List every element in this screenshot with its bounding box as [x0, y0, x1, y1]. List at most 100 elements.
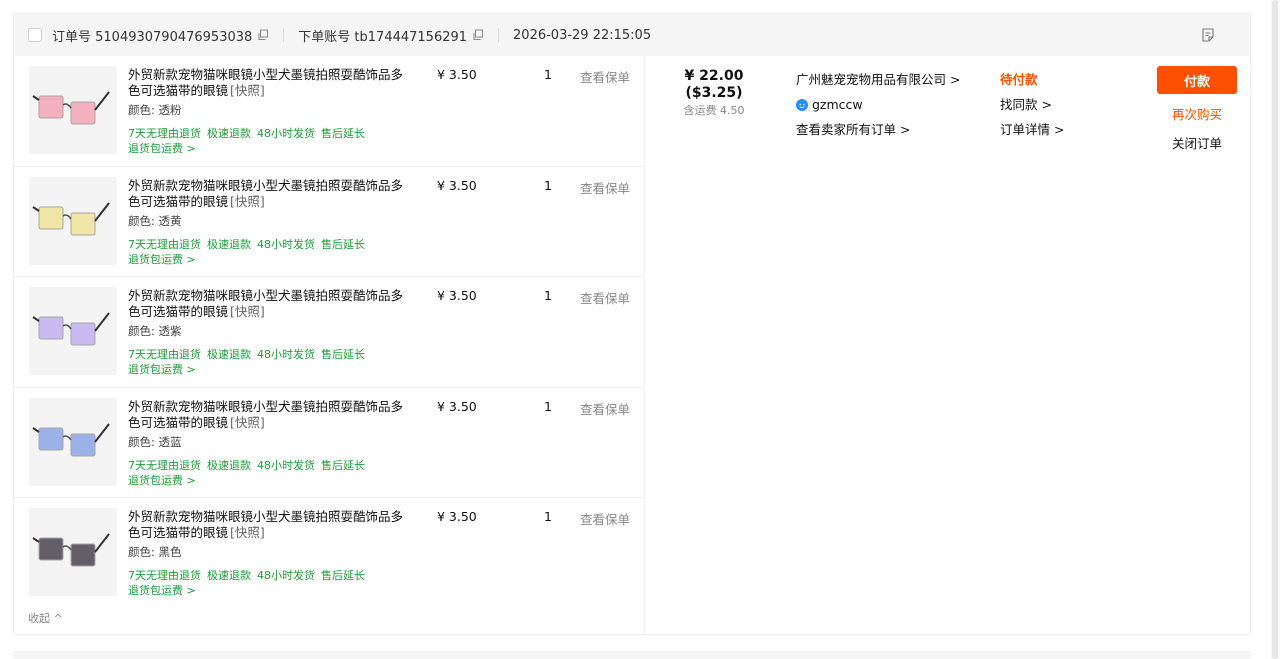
service-tag: 7天无理由退货: [128, 569, 201, 582]
seller-wangwang-id[interactable]: gzmccw: [812, 92, 863, 117]
next-order-header: [13, 651, 1251, 659]
product-spec: 颜色: 透黄: [128, 213, 182, 228]
order-items: 外贸新款宠物猫咪眼镜小型犬墨镜拍照耍酷饰品多色可选猫带的眼镜 [快照] 颜色: 透…: [14, 56, 645, 634]
snapshot-link[interactable]: [快照]: [230, 525, 265, 540]
product-title[interactable]: 外贸新款宠物猫咪眼镜小型犬墨镜拍照耍酷饰品多色可选猫带的眼镜 [快照]: [128, 67, 408, 99]
return-shipping-link[interactable]: 退货包运费 >: [128, 474, 196, 487]
scrollbar-thumb[interactable]: [1272, 0, 1278, 659]
rebuy-link[interactable]: 再次购买: [1157, 104, 1237, 123]
wangwang-chat-icon[interactable]: [796, 98, 808, 111]
snapshot-link[interactable]: [快照]: [230, 304, 265, 319]
order-account-text: 下单账号 tb174447156291: [298, 29, 468, 45]
product-title-text[interactable]: 外贸新款宠物猫咪眼镜小型犬墨镜拍照耍酷饰品多色可选猫带的眼镜: [128, 67, 403, 98]
product-title-text[interactable]: 外贸新款宠物猫咪眼镜小型犬墨镜拍照耍酷饰品多色可选猫带的眼镜: [128, 399, 403, 430]
seller-name-link[interactable]: 广州魅宠宠物用品有限公司 >: [796, 67, 960, 92]
product-title[interactable]: 外贸新款宠物猫咪眼镜小型犬墨镜拍照耍酷饰品多色可选猫带的眼镜 [快照]: [128, 509, 408, 541]
total-usd: ($3.25): [685, 85, 743, 101]
view-warranty-link[interactable]: 查看保单: [580, 67, 630, 86]
order-card: 订单号 5104930790476953038 下单账号 tb174447156…: [13, 13, 1251, 635]
order-total: ¥ 22.00 ($3.25) 含运费 4.50: [674, 68, 754, 118]
service-tag: 48小时发货: [257, 237, 315, 251]
close-order-link[interactable]: 关闭订单: [1157, 133, 1237, 152]
order-checkbox[interactable]: [28, 28, 42, 42]
seller-info: 广州魅宠宠物用品有限公司 > gzmccw 查看卖家所有订单 >: [796, 67, 960, 142]
wangwang-contact[interactable]: gzmccw: [796, 92, 960, 117]
view-warranty-link[interactable]: 查看保单: [580, 288, 630, 307]
service-tag: 7天无理由退货: [128, 127, 201, 140]
unit-price: ¥ 3.50: [437, 288, 477, 303]
copy-icon[interactable]: [257, 29, 269, 41]
service-tag: 售后延长: [321, 127, 365, 140]
order-status: 待付款 找同款 > 订单详情 >: [1000, 67, 1064, 142]
service-tags: 7天无理由退货 极速退款 48小时发货 售后延长 退货包运费 >: [128, 347, 448, 377]
find-similar-link[interactable]: 找同款 >: [1000, 92, 1064, 117]
return-shipping-link[interactable]: 退货包运费 >: [128, 584, 196, 597]
order-item: 外贸新款宠物猫咪眼镜小型犬墨镜拍照耍酷饰品多色可选猫带的眼镜 [快照] 颜色: 透…: [14, 277, 644, 388]
unit-price: ¥ 3.50: [437, 177, 477, 193]
snapshot-link[interactable]: [快照]: [230, 194, 265, 209]
service-tags: 7天无理由退货 极速退款 48小时发货 售后延长 退货包运费 >: [128, 126, 448, 156]
order-note-icon[interactable]: [1200, 27, 1216, 43]
product-title-text[interactable]: 外贸新款宠物猫咪眼镜小型犬墨镜拍照耍酷饰品多色可选猫带的眼镜: [128, 288, 403, 319]
order-detail-link[interactable]: 订单详情 >: [1000, 117, 1064, 142]
snapshot-link[interactable]: [快照]: [230, 83, 265, 98]
unit-price: ¥ 3.50: [437, 67, 477, 82]
order-item: 外贸新款宠物猫咪眼镜小型犬墨镜拍照耍酷饰品多色可选猫带的眼镜 [快照] 颜色: 黑…: [14, 498, 644, 609]
header-divider: [283, 28, 285, 42]
seller-all-orders-link[interactable]: 查看卖家所有订单 >: [796, 117, 960, 142]
service-tags: 7天无理由退货 极速退款 48小时发货 售后延长 退货包运费 >: [128, 237, 448, 267]
unit-price: ¥ 3.50: [437, 509, 477, 524]
quantity: 1: [544, 177, 552, 193]
scrollbar[interactable]: [1270, 0, 1280, 659]
product-title[interactable]: 外贸新款宠物猫咪眼镜小型犬墨镜拍照耍酷饰品多色可选猫带的眼镜 [快照]: [128, 288, 408, 320]
return-shipping-link[interactable]: 退货包运费 >: [128, 363, 196, 376]
service-tag: 售后延长: [321, 569, 365, 582]
service-tag: 极速退款: [207, 458, 251, 472]
product-thumbnail[interactable]: [29, 287, 117, 375]
view-warranty-link[interactable]: 查看保单: [580, 178, 630, 197]
service-tag: 48小时发货: [257, 569, 315, 582]
quantity: 1: [544, 288, 552, 303]
return-shipping-link[interactable]: 退货包运费 >: [128, 142, 196, 155]
order-datetime: 2026-03-29 22:15:05: [513, 27, 652, 43]
view-warranty-link[interactable]: 查看保单: [580, 399, 630, 418]
product-spec: 颜色: 黑色: [128, 545, 182, 559]
service-tags: 7天无理由退货 极速退款 48小时发货 售后延长退货包运费 >: [128, 458, 448, 488]
copy-icon[interactable]: [472, 29, 484, 41]
snapshot-link[interactable]: [快照]: [230, 415, 265, 430]
shipping-fee: 含运费 4.50: [683, 104, 745, 117]
service-tag: 7天无理由退货: [128, 348, 201, 361]
service-tag: 48小时发货: [257, 458, 315, 472]
header-divider: [498, 28, 500, 42]
quantity: 1: [544, 67, 552, 82]
view-warranty-link[interactable]: 查看保单: [580, 509, 630, 528]
product-spec: 颜色: 透紫: [128, 324, 182, 338]
order-account: 下单账号 tb174447156291: [298, 26, 484, 45]
product-title[interactable]: 外贸新款宠物猫咪眼镜小型犬墨镜拍照耍酷饰品多色可选猫带的眼镜 [快照]: [128, 178, 408, 210]
unit-price: ¥ 3.50: [437, 398, 477, 414]
service-tag: 极速退款: [207, 237, 251, 251]
service-tag: 极速退款: [207, 569, 251, 582]
order-item: 外贸新款宠物猫咪眼镜小型犬墨镜拍照耍酷饰品多色可选猫带的眼镜 [快照] 颜色: 透…: [14, 388, 644, 498]
product-thumbnail[interactable]: [29, 508, 117, 596]
product-spec: 颜色: 透蓝: [128, 434, 182, 449]
product-thumbnail[interactable]: [29, 66, 117, 154]
product-title[interactable]: 外贸新款宠物猫咪眼镜小型犬墨镜拍照耍酷饰品多色可选猫带的眼镜 [快照]: [128, 399, 408, 431]
status-label: 待付款: [1000, 72, 1038, 87]
return-shipping-link[interactable]: 退货包运费 >: [128, 253, 196, 266]
service-tag: 极速退款: [207, 127, 251, 140]
service-tag: 7天无理由退货: [128, 458, 201, 472]
service-tag: 48小时发货: [257, 348, 315, 361]
product-title-text[interactable]: 外贸新款宠物猫咪眼镜小型犬墨镜拍照耍酷饰品多色可选猫带的眼镜: [128, 178, 403, 209]
product-thumbnail[interactable]: [29, 397, 117, 486]
order-item: 外贸新款宠物猫咪眼镜小型犬墨镜拍照耍酷饰品多色可选猫带的眼镜 [快照] 颜色: 透…: [14, 167, 644, 277]
order-header: 订单号 5104930790476953038 下单账号 tb174447156…: [14, 14, 1250, 56]
service-tag: 极速退款: [207, 348, 251, 361]
product-title-text[interactable]: 外贸新款宠物猫咪眼镜小型犬墨镜拍照耍酷饰品多色可选猫带的眼镜: [128, 509, 403, 540]
product-spec: 颜色: 透粉: [128, 103, 182, 117]
total-cny: ¥ 22.00: [684, 68, 744, 84]
service-tag: 售后延长: [321, 458, 365, 472]
collapse-toggle[interactable]: 收起 ^: [28, 610, 63, 626]
pay-button[interactable]: 付款: [1157, 66, 1237, 94]
product-thumbnail[interactable]: [29, 176, 117, 265]
